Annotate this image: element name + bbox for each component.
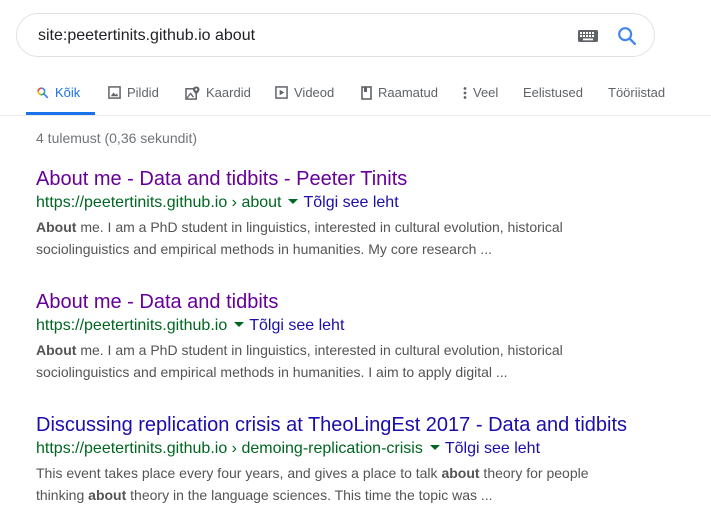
more-vert-icon	[463, 87, 467, 99]
tab-label: Veel	[473, 85, 499, 100]
map-icon	[185, 86, 200, 100]
tab-tools[interactable]: Tööriistad	[608, 85, 665, 115]
snippet-line: thinking about theory in the language sc…	[36, 484, 706, 506]
tab-label: Pildid	[127, 85, 159, 100]
snippet-line: About me. I am a PhD student in linguist…	[36, 339, 706, 361]
snippet-text: thinking	[36, 487, 89, 503]
result-snippet: This event takes place every four years,…	[36, 462, 706, 506]
tab-images[interactable]: Pildid	[108, 85, 159, 115]
snippet-keyword: About	[36, 219, 77, 235]
tab-label: Tööriistad	[608, 85, 666, 100]
tab-videos[interactable]: Videod	[275, 85, 334, 115]
tab-label: Videod	[294, 85, 335, 100]
tab-maps[interactable]: Kaardid	[185, 85, 251, 115]
result-snippet: About me. I am a PhD student in linguist…	[36, 339, 706, 383]
snippet-text: me. I am a PhD student in linguistics, i…	[76, 219, 563, 235]
search-result: Discussing replication crisis at TheoLin…	[36, 412, 706, 506]
result-title-link[interactable]: Discussing replication crisis at TheoLin…	[36, 412, 706, 438]
search-icon[interactable]	[616, 25, 638, 47]
tab-label: Kõik	[55, 85, 81, 100]
snippet-line: sociolinguistics and empirical methods i…	[36, 238, 706, 260]
search-icon	[37, 87, 49, 99]
snippet-keyword: About	[36, 342, 77, 358]
snippet-text: This event takes place every four years,…	[36, 465, 442, 481]
translate-link[interactable]: Tõlgi see leht	[303, 194, 398, 211]
tab-label: Eelistused	[523, 85, 583, 100]
translate-link[interactable]: Tõlgi see leht	[445, 440, 540, 457]
snippet-text: sociolinguistics and empirical methods i…	[36, 241, 492, 257]
tab-more[interactable]: Veel	[463, 85, 498, 115]
result-snippet: About me. I am a PhD student in linguist…	[36, 216, 706, 260]
search-result: About me - Data and tidbits - Peeter Tin…	[36, 166, 706, 260]
caret-down-icon[interactable]	[234, 322, 245, 328]
translate-link[interactable]: Tõlgi see leht	[249, 317, 344, 334]
snippet-line: sociolinguistics and empirical methods i…	[36, 361, 706, 383]
result-url: https://peetertinits.github.io › demoing…	[36, 440, 423, 457]
caret-down-icon[interactable]	[429, 445, 440, 451]
result-title-link[interactable]: About me - Data and tidbits	[36, 289, 706, 315]
snippet-text: theory for people	[479, 465, 589, 481]
tab-label: Raamatud	[378, 85, 438, 100]
result-title-link[interactable]: About me - Data and tidbits - Peeter Tin…	[36, 166, 706, 192]
caret-down-icon[interactable]	[288, 199, 299, 205]
tab-label: Kaardid	[206, 85, 251, 100]
snippet-text: theory in the language sciences. This ti…	[126, 487, 493, 503]
snippet-text: me. I am a PhD student in linguistics, i…	[76, 342, 563, 358]
tab-books[interactable]: Raamatud	[361, 85, 438, 115]
tab-settings[interactable]: Eelistused	[523, 85, 583, 115]
snippet-keyword: about	[88, 487, 127, 503]
snippet-text: sociolinguistics and empirical methods i…	[36, 364, 508, 380]
search-box[interactable]: site:peetertinits.github.io about	[16, 13, 655, 57]
video-icon	[275, 86, 288, 99]
result-stats: 4 tulemust (0,36 sekundit)	[36, 130, 198, 146]
search-input[interactable]: site:peetertinits.github.io about	[38, 27, 255, 45]
tab-all[interactable]: Kõik	[36, 85, 80, 115]
book-icon	[361, 86, 372, 100]
image-icon	[108, 86, 121, 99]
search-result: About me - Data and tidbits https://peet…	[36, 289, 706, 383]
snippet-line: About me. I am a PhD student in linguist…	[36, 216, 706, 238]
result-url: https://peetertinits.github.io	[36, 317, 228, 334]
keyboard-icon[interactable]	[578, 30, 598, 42]
divider	[0, 115, 711, 116]
snippet-line: This event takes place every four years,…	[36, 462, 706, 484]
result-url: https://peetertinits.github.io › about	[36, 194, 282, 211]
snippet-keyword: about	[441, 465, 480, 481]
